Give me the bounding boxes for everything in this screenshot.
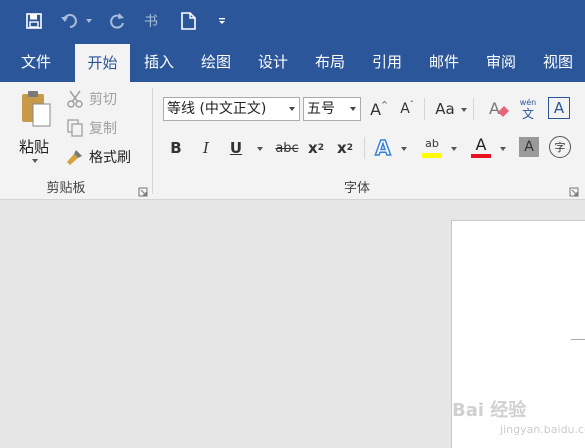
font-name-value: 等线 (中文正文) [167, 101, 267, 117]
font-color-bar [471, 154, 491, 158]
change-case-dropdown-icon[interactable] [461, 108, 467, 112]
copy-label: 复制 [89, 121, 117, 137]
underline-dropdown-icon[interactable] [257, 147, 263, 151]
clipboard-launcher-icon[interactable] [138, 182, 148, 197]
undo-dropdown-icon[interactable] [84, 9, 94, 33]
font-color-dropdown-icon[interactable] [500, 147, 506, 151]
paste-icon [20, 90, 52, 132]
ribbon-home: 粘贴 剪切 复制 格式刷 剪贴板 等线 (中文正文) 五号 A ^ A ˇ Aa… [0, 82, 585, 200]
underline-button[interactable]: U [225, 137, 247, 159]
cut-button[interactable]: 剪切 [64, 88, 117, 110]
superscript-button[interactable]: x2 [334, 137, 356, 159]
customize-qat-icon[interactable] [216, 9, 228, 33]
font-size-value: 五号 [307, 101, 335, 117]
clear-formatting-button[interactable]: A [487, 97, 511, 121]
character-shading-button[interactable]: A [519, 137, 539, 157]
svg-text:书: 书 [144, 14, 158, 30]
eraser-icon: A [489, 99, 509, 118]
copy-icon [64, 119, 86, 137]
font-size-combobox[interactable]: 五号 [303, 97, 361, 121]
group-separator [152, 88, 153, 194]
caret-down-icon: ˇ [409, 99, 414, 109]
font-group-label: 字体 [343, 181, 370, 196]
tab-file[interactable]: 文件 [10, 42, 62, 82]
redo-icon[interactable] [106, 9, 128, 33]
change-case-button[interactable]: Aa [432, 98, 458, 120]
caret-up-icon: ^ [381, 99, 388, 109]
shrink-font-label: A [400, 101, 410, 117]
strikethrough-label: abc [275, 140, 299, 156]
paste-label: 粘贴 [18, 138, 49, 156]
character-shading-label: A [524, 139, 534, 155]
highlight-button[interactable]: ab [420, 134, 444, 160]
format-painter-button[interactable]: 格式刷 [64, 146, 131, 168]
italic-button[interactable]: I [195, 137, 217, 159]
subscript-button[interactable]: x2 [305, 137, 327, 159]
phonetic-guide-bottom: 文 [521, 106, 534, 121]
svg-text:A: A [489, 99, 500, 118]
font-color-button[interactable]: A [469, 134, 493, 160]
grow-font-button[interactable]: A ^ [368, 98, 390, 120]
scissors-icon [64, 90, 86, 108]
subscript-digit: 2 [317, 143, 324, 153]
enclose-characters-label: 字 [554, 141, 566, 154]
bold-button[interactable]: B [165, 137, 187, 159]
character-border-button[interactable]: A [548, 97, 570, 119]
tab-design[interactable]: 设计 [248, 42, 298, 82]
text-effects-dropdown-icon[interactable] [401, 147, 407, 151]
tab-insert[interactable]: 插入 [134, 42, 184, 82]
mini-separator [473, 98, 474, 120]
tab-review[interactable]: 审阅 [476, 42, 526, 82]
text-effects-label: A [374, 135, 391, 161]
tab-mailings[interactable]: 邮件 [419, 42, 469, 82]
tab-view[interactable]: 视图 [533, 42, 583, 82]
font-name-combobox[interactable]: 等线 (中文正文) [163, 97, 300, 121]
new-document-icon[interactable] [178, 9, 198, 33]
cut-label: 剪切 [89, 92, 117, 108]
paste-button[interactable]: 粘贴 [12, 88, 56, 168]
brush-icon [64, 148, 86, 166]
margin-marker [571, 339, 585, 340]
tab-layout[interactable]: 布局 [305, 42, 355, 82]
chevron-down-icon [350, 107, 356, 111]
italic-label: I [203, 139, 209, 157]
save-icon[interactable] [24, 9, 44, 33]
grow-font-label: A [370, 99, 382, 119]
text-effects-button[interactable]: A [371, 135, 395, 161]
enclose-characters-button[interactable]: 字 [549, 136, 571, 158]
superscript-digit: 2 [346, 143, 353, 153]
highlight-label: ab [425, 136, 439, 150]
character-border-label: A [553, 99, 565, 117]
ribbon-tabs: 文件 开始 插入 绘图 设计 布局 引用 邮件 审阅 视图 [0, 42, 585, 82]
font-color-label: A [475, 135, 487, 154]
shrink-font-button[interactable]: A ˇ [396, 98, 418, 120]
quick-access-toolbar: 书 [0, 0, 585, 42]
phonetic-guide-button[interactable]: wén 文 [516, 96, 540, 122]
chevron-down-icon [289, 107, 295, 111]
tab-draw[interactable]: 绘图 [191, 42, 241, 82]
bold-label: B [170, 139, 182, 157]
mini-separator [424, 98, 425, 120]
highlight-dropdown-icon[interactable] [451, 147, 457, 151]
copy-button[interactable]: 复制 [64, 117, 117, 139]
strikethrough-button[interactable]: abc [273, 137, 301, 159]
watermark-url: jingyan.baidu.com [500, 423, 585, 436]
format-painter-icon[interactable]: 书 [141, 9, 163, 33]
font-launcher-icon[interactable] [569, 182, 579, 197]
tab-home[interactable]: 开始 [75, 44, 130, 82]
superscript-label: x [337, 139, 347, 157]
watermark-logo: Bai 经验 [452, 400, 527, 421]
format-painter-label: 格式刷 [89, 150, 131, 166]
mini-separator [364, 137, 365, 159]
phonetic-guide-top: wén [519, 97, 537, 107]
underline-label: U [229, 139, 243, 157]
tab-references[interactable]: 引用 [362, 42, 412, 82]
paste-dropdown-icon [32, 159, 38, 163]
subscript-label: x [308, 139, 318, 157]
highlight-color-bar [422, 152, 442, 158]
change-case-label: Aa [435, 100, 455, 118]
undo-icon[interactable] [58, 9, 82, 33]
clipboard-group-label: 剪贴板 [46, 181, 86, 196]
